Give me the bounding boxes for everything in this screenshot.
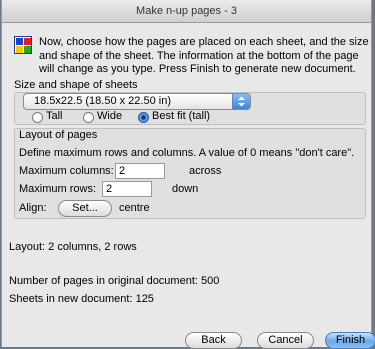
align-value: centre: [119, 202, 150, 214]
orientation-wide-label: Wide: [97, 110, 123, 122]
max-rows-suffix: down: [172, 183, 199, 195]
back-button[interactable]: Back: [185, 332, 242, 349]
cancel-button[interactable]: Cancel: [257, 332, 314, 349]
align-label: Align:: [19, 202, 47, 214]
align-set-button[interactable]: Set...: [58, 200, 112, 217]
max-rows-input[interactable]: [102, 181, 152, 197]
select-arrows-icon: [232, 94, 250, 109]
layout-section-heading: Layout of pages: [19, 129, 98, 141]
finish-button[interactable]: Finish: [325, 332, 375, 349]
orientation-best-fit-label: Best fit (tall): [152, 110, 211, 122]
orientation-wide-radio[interactable]: [83, 112, 94, 123]
layout-description: Define maximum rows and columns. A value…: [19, 147, 355, 159]
orientation-tall-label: Tall: [46, 110, 63, 122]
max-rows-label: Maximum rows:: [19, 183, 97, 195]
dialog-window: Make n-up pages - 3 Now, choose how the …: [1, 0, 375, 349]
max-columns-input[interactable]: [115, 163, 165, 179]
intro-panel: Now, choose how the pages are placed on …: [14, 33, 369, 83]
intro-text: Now, choose how the pages are placed on …: [39, 36, 369, 75]
app-icon: [14, 36, 32, 54]
window-title: Make n-up pages - 3: [2, 0, 371, 23]
max-columns-suffix: across: [189, 165, 222, 177]
orientation-best-fit-radio[interactable]: [138, 112, 149, 123]
max-columns-label: Maximum columns:: [19, 165, 114, 177]
sheets-new-count: Sheets in new document: 125: [9, 293, 154, 305]
layout-summary: Layout: 2 columns, 2 rows: [9, 241, 137, 253]
sheet-size-value: 18.5x22.5 (18.50 x 22.50 in): [34, 95, 171, 107]
sheet-size-select[interactable]: 18.5x22.5 (18.50 x 22.50 in): [23, 93, 251, 110]
orientation-tall-radio[interactable]: [32, 112, 43, 123]
pages-original-count: Number of pages in original document: 50…: [9, 275, 220, 287]
size-section-heading: Size and shape of sheets: [14, 79, 138, 91]
